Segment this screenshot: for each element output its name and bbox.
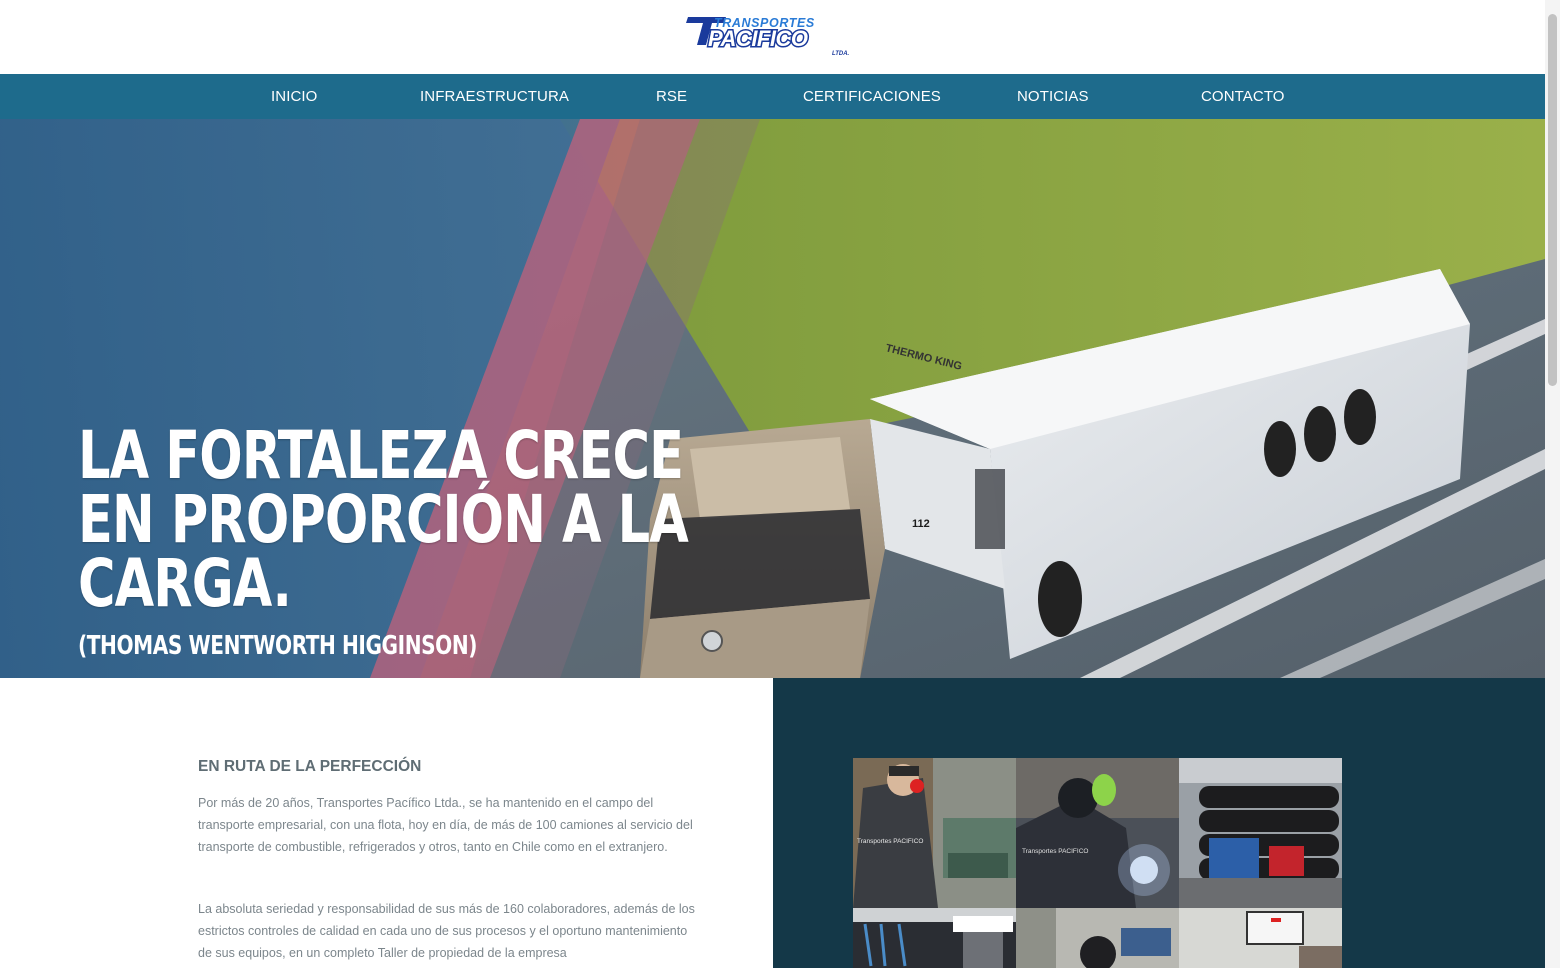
nav-item-certificaciones[interactable]: CERTIFICACIONES	[803, 74, 941, 119]
about-title: EN RUTA DE LA PERFECCIÓN	[198, 758, 422, 775]
gallery-photo-meeting[interactable]	[1179, 908, 1342, 968]
nav-item-infraestructura[interactable]: INFRAESTRUCTURA	[420, 74, 569, 119]
about-section: EN RUTA DE LA PERFECCIÓN Por más de 20 a…	[0, 678, 773, 968]
main-nav: INICIO INFRAESTRUCTURA RSE CERTIFICACION…	[0, 74, 1545, 119]
nav-item-noticias[interactable]: NOTICIAS	[1017, 74, 1089, 119]
hero-quote-line: LA FORTALEZA CRECE	[78, 417, 684, 494]
gallery-photo-office[interactable]	[1016, 908, 1179, 968]
hero-quote-line: EN PROPORCIÓN A LA	[78, 481, 689, 558]
photo-gallery: Transportes PACIFICO Transportes PACIFIC…	[853, 758, 1343, 968]
gallery-photo-tires[interactable]	[1179, 758, 1342, 908]
gallery-photo-tools[interactable]	[853, 908, 1016, 968]
gallery-panel: Transportes PACIFICO Transportes PACIFIC…	[773, 678, 1545, 968]
vertical-scrollbar[interactable]	[1545, 0, 1560, 968]
site-header: TRANSPORTES PACIFICO LTDA.	[0, 0, 1545, 74]
gallery-photo-workshop[interactable]: Transportes PACIFICO	[853, 758, 1016, 908]
about-paragraph: Por más de 20 años, Transportes Pacífico…	[198, 796, 693, 854]
jacket-text: Transportes PACIFICO	[857, 838, 923, 845]
logo-main-text: PACIFICO	[708, 26, 808, 51]
nav-item-rse[interactable]: RSE	[656, 74, 687, 119]
jacket-text: Transportes PACIFICO	[1022, 848, 1088, 855]
logo-sub-text: LTDA.	[832, 51, 850, 57]
scrollbar-thumb[interactable]	[1548, 14, 1557, 386]
hero-quote-line: CARGA.	[78, 545, 292, 622]
cab-number-text: 112	[912, 518, 930, 530]
hero-quote: LA FORTALEZA CRECE EN PROPORCIÓN A LA CA…	[78, 417, 689, 622]
page: TRANSPORTES PACIFICO LTDA. INICIO INFRAE…	[0, 0, 1545, 968]
nav-item-inicio[interactable]: INICIO	[271, 74, 317, 119]
hero-banner: THERMO KING 112 LA FORTALEZA CRECE EN PR…	[0, 119, 1545, 678]
site-logo[interactable]: TRANSPORTES PACIFICO LTDA.	[686, 15, 864, 57]
nav-item-contacto[interactable]: CONTACTO	[1201, 74, 1285, 119]
about-paragraph: La absoluta seriedad y responsabilidad d…	[198, 902, 695, 960]
gallery-photo-welding[interactable]: Transportes PACIFICO	[1016, 758, 1179, 908]
hero-quote-author: (THOMAS WENTWORTH HIGGINSON)	[78, 631, 477, 661]
